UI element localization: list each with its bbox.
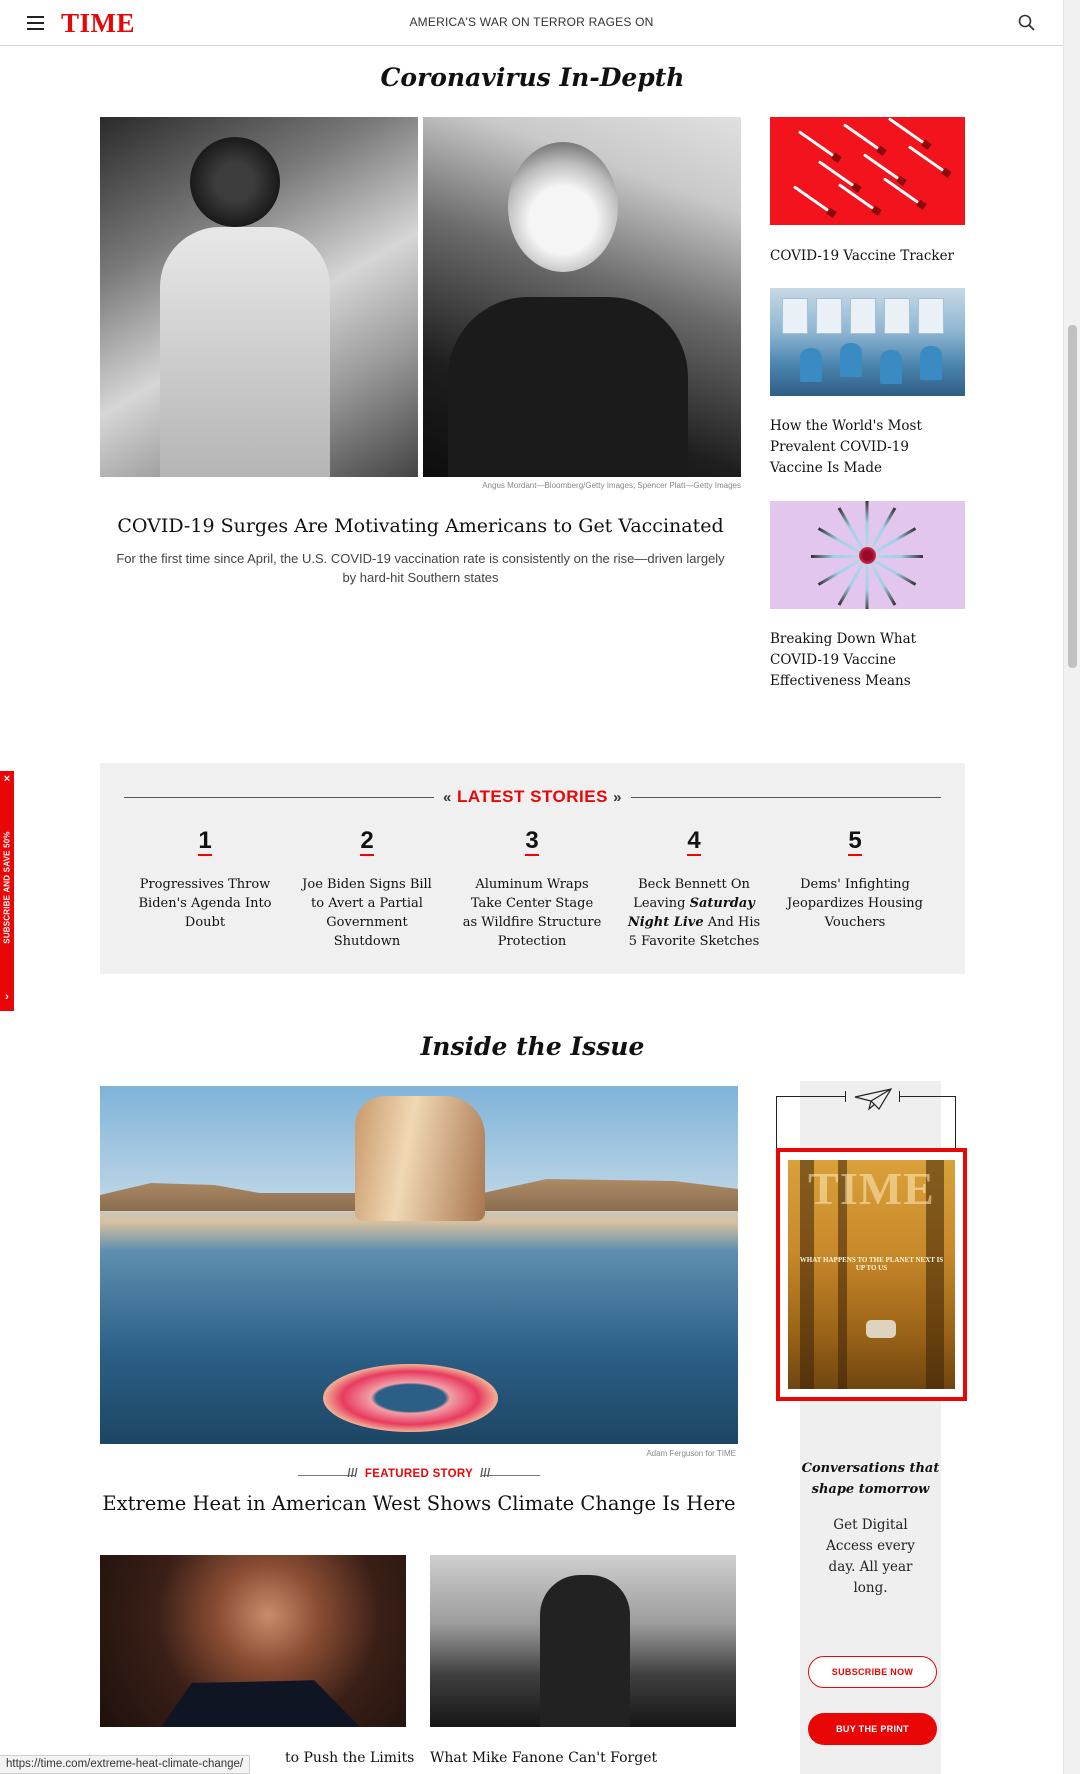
side-story-title-vaccine-tracker[interactable]: COVID-19 Vaccine Tracker — [770, 246, 965, 267]
latest-story-5[interactable]: 5 Dems' Infighting Jeopardizes Housing V… — [785, 827, 925, 932]
magazine-cover-headline: WHAT HAPPENS TO THE PLANET NEXT IS UP TO… — [799, 1256, 944, 1272]
section-title-inside-the-issue: Inside the Issue — [420, 1032, 645, 1061]
latest-story-title[interactable]: Aluminum Wraps Take Center Stage as Wild… — [462, 875, 602, 951]
divider — [955, 1096, 956, 1148]
hero-image-health-worker — [100, 117, 418, 477]
promo-tab-text[interactable]: SUBSCRIBE AND SAVE 50% — [3, 795, 12, 981]
latest-story-number: 5 — [848, 827, 862, 856]
double-chevron-left-icon: « — [442, 789, 452, 806]
hero-image[interactable] — [100, 117, 741, 477]
magazine-cover-frame[interactable]: TIME WHAT HAPPENS TO THE PLANET NEXT IS … — [776, 1148, 967, 1401]
double-chevron-right-icon: » — [613, 789, 623, 806]
story-title-push-limits[interactable]: to Push the Limits — [285, 1750, 414, 1766]
latest-story-number: 4 — [687, 827, 701, 856]
latest-story-4[interactable]: 4 Beck Bennett On Leaving Saturday Night… — [624, 827, 764, 951]
search-icon[interactable] — [1017, 13, 1037, 33]
side-story-image-vaccine-lab[interactable] — [770, 288, 965, 396]
story-image-astronaut[interactable] — [100, 1555, 406, 1727]
side-story-title-vaccine-made[interactable]: How the World's Most Prevalent COVID-19 … — [770, 416, 965, 479]
featured-image-credit: Adam Ferguson for TIME — [646, 1449, 736, 1458]
header-tagline-link[interactable]: AMERICA'S WAR ON TERROR RAGES ON — [0, 15, 1063, 29]
story-image-hearing[interactable] — [430, 1555, 736, 1727]
latest-story-title[interactable]: Joe Biden Signs Bill to Avert a Partial … — [297, 875, 437, 951]
latest-story-number: 3 — [525, 827, 539, 856]
magazine-cover-logo: TIME — [808, 1163, 935, 1214]
close-icon[interactable]: × — [0, 773, 14, 785]
hero-image-vaccinator — [423, 117, 741, 477]
latest-story-title[interactable]: Dems' Infighting Jeopardizes Housing Vou… — [785, 875, 925, 932]
buy-the-print-button[interactable]: BUY THE PRINT — [808, 1713, 937, 1745]
side-story-image-needles-circle[interactable] — [770, 501, 965, 609]
paper-plane-icon — [854, 1088, 893, 1111]
magazine-copy: Get Digital Access every day. All year l… — [826, 1517, 915, 1596]
hero-image-credit: Angus Mordant—Bloomberg/Getty Images; Sp… — [482, 481, 741, 490]
latest-story-2[interactable]: 2 Joe Biden Signs Bill to Avert a Partia… — [297, 827, 437, 951]
browser-status-url: https://time.com/extreme-heat-climate-ch… — [0, 1755, 251, 1774]
latest-story-title[interactable]: Progressives Throw Biden's Agenda Into D… — [135, 875, 275, 932]
magazine-tagline: Conversations that shape tomorrow — [801, 1461, 940, 1497]
chevron-right-icon[interactable]: › — [0, 991, 14, 1003]
subscribe-now-button[interactable]: SUBSCRIBE NOW — [808, 1656, 937, 1688]
top-navigation-bar: TIME AMERICA'S WAR ON TERROR RAGES ON — [0, 0, 1063, 46]
latest-stories-label: « LATEST STORIES » — [100, 787, 965, 807]
latest-story-number: 1 — [198, 827, 212, 856]
latest-stories-heading: LATEST STORIES — [457, 787, 608, 806]
side-story-image-syringes-red[interactable] — [770, 117, 965, 225]
scrollbar-thumb[interactable] — [1068, 325, 1077, 668]
latest-story-title[interactable]: Beck Bennett On Leaving Saturday Night L… — [624, 875, 764, 951]
divider — [776, 1096, 846, 1097]
hero-headline-link[interactable]: COVID-19 Surges Are Motivating Americans… — [100, 515, 741, 537]
featured-story-label: /// FEATURED STORY /// — [347, 1468, 491, 1480]
vertical-scrollbar[interactable] — [1063, 0, 1080, 1774]
section-title-coronavirus: Coronavirus In-Depth — [380, 63, 685, 92]
latest-story-number: 2 — [360, 827, 374, 856]
magazine-cover-image[interactable]: TIME WHAT HAPPENS TO THE PLANET NEXT IS … — [788, 1160, 955, 1389]
featured-headline-link[interactable]: Extreme Heat in American West Shows Clim… — [100, 1492, 738, 1515]
latest-stories-panel: « LATEST STORIES » 1 Progressives Throw … — [100, 763, 965, 974]
side-story-title-effectiveness[interactable]: Breaking Down What COVID-19 Vaccine Effe… — [770, 629, 965, 692]
subscribe-promo-tab[interactable]: × SUBSCRIBE AND SAVE 50% › — [0, 771, 14, 1011]
divider — [899, 1096, 956, 1097]
latest-story-3[interactable]: 3 Aluminum Wraps Take Center Stage as Wi… — [462, 827, 602, 951]
featured-story-image[interactable] — [100, 1086, 738, 1444]
hero-dek: For the first time since April, the U.S.… — [116, 551, 725, 585]
divider — [845, 1091, 846, 1102]
divider — [899, 1091, 900, 1102]
divider — [776, 1096, 777, 1148]
story-title-mike-fanone[interactable]: What Mike Fanone Can't Forget — [430, 1750, 657, 1766]
latest-story-1[interactable]: 1 Progressives Throw Biden's Agenda Into… — [135, 827, 275, 932]
